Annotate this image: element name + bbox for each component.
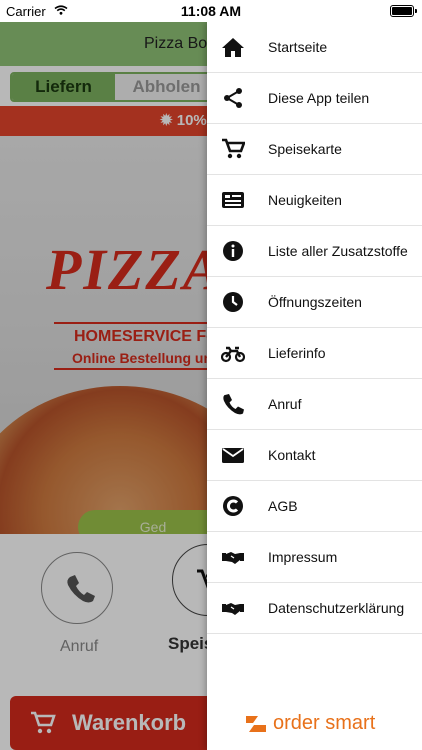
drawer-item-label: Neuigkeiten bbox=[268, 192, 342, 208]
navigation-drawer: Startseite Diese App teilen Speisekarte … bbox=[207, 22, 422, 750]
handshake-icon bbox=[222, 552, 244, 564]
drawer-item-label: Kontakt bbox=[268, 447, 316, 463]
drawer-item-agb[interactable]: AGB bbox=[207, 481, 422, 532]
drawer-item-zusatzstoffe[interactable]: Liste aller Zusatzstoffe bbox=[207, 226, 422, 277]
drawer-item-kontakt[interactable]: Kontakt bbox=[207, 430, 422, 481]
envelope-icon bbox=[222, 448, 244, 463]
drawer-item-label: Impressum bbox=[268, 549, 338, 565]
order-smart-logo-icon bbox=[246, 716, 266, 732]
info-icon bbox=[223, 241, 243, 261]
drawer-item-anruf[interactable]: Anruf bbox=[207, 379, 422, 430]
drawer-item-oeffnungszeiten[interactable]: Öffnungszeiten bbox=[207, 277, 422, 328]
drawer-item-speisekarte[interactable]: Speisekarte bbox=[207, 124, 422, 175]
clock-icon bbox=[223, 292, 243, 312]
share-icon bbox=[224, 88, 242, 108]
drawer-item-lieferinfo[interactable]: Lieferinfo bbox=[207, 328, 422, 379]
drawer-item-label: Diese App teilen bbox=[268, 90, 370, 106]
handshake-icon bbox=[222, 603, 244, 615]
home-icon bbox=[222, 38, 244, 57]
drawer-item-startseite[interactable]: Startseite bbox=[207, 22, 422, 73]
order-smart-logo-text: order smart bbox=[273, 712, 376, 734]
drawer-item-label: Öffnungszeiten bbox=[268, 294, 362, 310]
status-bar: Carrier 11:08 AM bbox=[0, 0, 422, 22]
drawer-item-neuigkeiten[interactable]: Neuigkeiten bbox=[207, 175, 422, 226]
drawer-item-datenschutz[interactable]: Datenschutzerklärung bbox=[207, 583, 422, 634]
drawer-item-label: Startseite bbox=[268, 39, 328, 55]
drawer-item-label: Liste aller Zusatzstoffe bbox=[268, 243, 408, 259]
drawer-item-label: Anruf bbox=[268, 396, 302, 412]
phone-icon bbox=[223, 394, 244, 415]
drawer-item-share[interactable]: Diese App teilen bbox=[207, 73, 422, 124]
drawer-item-label: Datenschutzerklärung bbox=[268, 600, 405, 616]
drawer-item-label: AGB bbox=[268, 498, 298, 514]
news-icon bbox=[222, 192, 244, 208]
cart-icon bbox=[222, 138, 245, 159]
clock-time: 11:08 AM bbox=[180, 3, 242, 19]
drawer-item-impressum[interactable]: Impressum bbox=[207, 532, 422, 583]
battery-icon bbox=[390, 5, 417, 17]
motorbike-icon bbox=[221, 346, 245, 363]
drawer-item-label: Lieferinfo bbox=[268, 345, 326, 361]
drawer-item-label: Speisekarte bbox=[268, 141, 342, 157]
copyright-icon bbox=[223, 496, 243, 516]
